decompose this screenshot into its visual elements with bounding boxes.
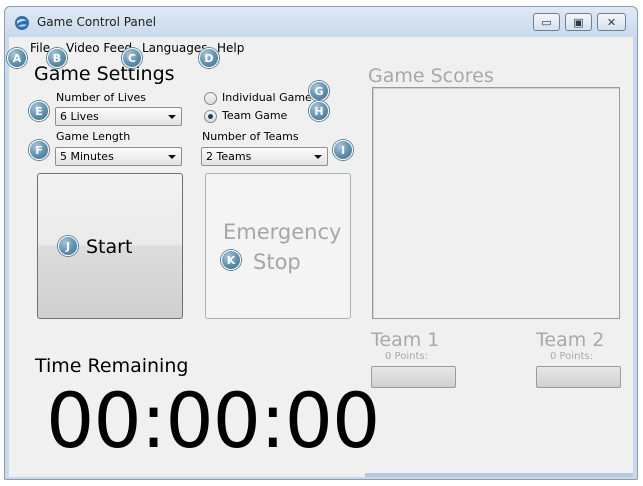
teams-dropdown[interactable]: 2 Teams <box>201 147 328 166</box>
team2-points: 0 Points: <box>550 351 593 362</box>
length-dropdown[interactable]: 5 Minutes <box>55 147 182 166</box>
team1-score-bar <box>371 366 456 388</box>
lives-label: Number of Lives <box>56 91 146 104</box>
individual-game-radio[interactable] <box>204 92 217 105</box>
minimize-button[interactable]: ▭ <box>533 13 560 31</box>
app-icon <box>15 16 29 30</box>
badge-k: K <box>221 250 241 270</box>
chevron-down-icon <box>168 155 176 159</box>
badge-h: H <box>309 101 329 121</box>
length-label: Game Length <box>56 130 131 143</box>
length-value: 5 Minutes <box>60 150 114 163</box>
menu-bar: File Video Feed Languages Help <box>9 37 633 57</box>
start-label: Start <box>86 236 133 258</box>
title-bar: Game Control Panel ▭ ▣ ✕ <box>5 7 637 37</box>
badge-e: E <box>29 101 49 121</box>
teams-value: 2 Teams <box>206 150 252 163</box>
team2-score-bar <box>536 366 621 388</box>
team2-name: Team 2 <box>536 329 605 351</box>
timer-display: 00:00:00 <box>46 376 380 465</box>
time-remaining-label: Time Remaining <box>35 355 189 377</box>
scores-panel <box>372 87 620 319</box>
badge-b: B <box>47 48 67 68</box>
badge-i: I <box>333 140 353 160</box>
teams-label: Number of Teams <box>202 130 299 143</box>
individual-game-label: Individual Game <box>222 91 312 104</box>
emergency-label-line2: Stop <box>253 250 301 274</box>
menu-help[interactable]: Help <box>217 41 244 55</box>
chevron-down-icon <box>314 155 322 159</box>
emergency-label-line1: Emergency <box>223 220 342 244</box>
minimize-icon: ▭ <box>541 15 552 29</box>
window-title: Game Control Panel <box>37 15 157 29</box>
app-window: Game Control Panel ▭ ▣ ✕ File Video Feed… <box>4 6 638 480</box>
lives-dropdown[interactable]: 6 Lives <box>55 107 182 126</box>
maximize-button[interactable]: ▣ <box>565 13 592 31</box>
badge-a: A <box>7 48 27 68</box>
team1-points: 0 Points: <box>385 351 428 362</box>
team1-name: Team 1 <box>371 329 440 351</box>
game-scores-title: Game Scores <box>368 65 494 87</box>
badge-d: D <box>199 48 219 68</box>
status-strip <box>365 473 633 477</box>
lives-value: 6 Lives <box>60 110 99 123</box>
menu-languages[interactable]: Languages <box>142 41 207 55</box>
close-icon: ✕ <box>606 15 617 29</box>
badge-j: J <box>58 236 78 256</box>
badge-g: G <box>309 81 329 101</box>
maximize-icon: ▣ <box>573 15 584 29</box>
badge-f: F <box>29 140 49 160</box>
chevron-down-icon <box>168 115 176 119</box>
emergency-stop-button[interactable]: Emergency Stop <box>205 173 351 319</box>
team-game-radio[interactable] <box>204 110 217 123</box>
badge-c: C <box>122 48 142 68</box>
close-button[interactable]: ✕ <box>597 13 626 31</box>
team-game-label: Team Game <box>222 109 288 122</box>
